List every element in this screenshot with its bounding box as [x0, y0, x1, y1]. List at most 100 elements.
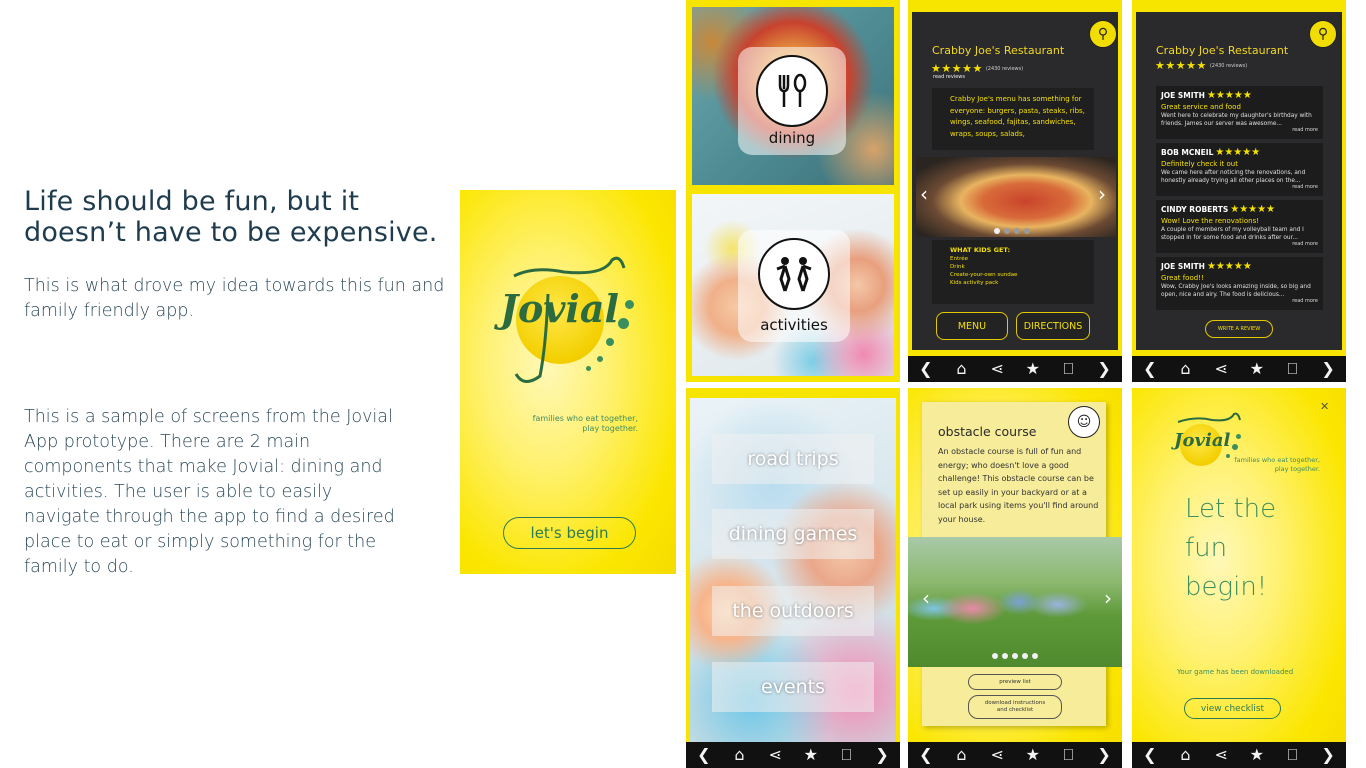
- next-photo-icon[interactable]: ›: [1104, 586, 1112, 610]
- obstacle-course-photo: [908, 537, 1122, 667]
- favorite-icon[interactable]: ★: [801, 747, 821, 763]
- home-icon[interactable]: ⌂: [951, 747, 971, 763]
- back-icon[interactable]: ❮: [1140, 361, 1160, 377]
- download-instructions-button[interactable]: download instructions and checklist: [968, 695, 1062, 719]
- directions-button[interactable]: DIRECTIONS: [1016, 312, 1090, 340]
- home-icon[interactable]: ⌂: [729, 747, 749, 763]
- forward-icon[interactable]: ❯: [1318, 747, 1338, 763]
- restaurant-rating: ★★★★★ (2430 reviews): [1155, 59, 1247, 72]
- food-photo: [916, 157, 1116, 237]
- review-card[interactable]: JOE SMITH ★★★★★ Great food!! Wow, Crabby …: [1156, 257, 1323, 310]
- dining-cutlery-icon[interactable]: ⚲: [1089, 20, 1117, 48]
- dining-cutlery-icon[interactable]: ⚲: [1309, 20, 1337, 48]
- activities-card[interactable]: activities: [692, 194, 894, 376]
- kids-heading: WHAT KIDS GET:: [950, 246, 1011, 254]
- activity-title: obstacle course: [938, 424, 1037, 439]
- reviewer-name: JOE SMITH: [1161, 262, 1205, 271]
- restaurant-name: Crabby Joe's Restaurant: [932, 44, 1065, 57]
- activities-family-icon[interactable]: ☺: [1068, 406, 1100, 438]
- jovial-logo: Jovial: [494, 246, 644, 396]
- bottom-nav: ❮ ⌂ ⋖ ★ ⎕ ❯: [686, 742, 900, 768]
- review-count: (2430 reviews): [1209, 63, 1248, 69]
- share-icon[interactable]: ⋖: [987, 747, 1007, 763]
- back-icon[interactable]: ❮: [694, 747, 714, 763]
- review-stars: ★★★★★: [1230, 204, 1276, 215]
- home-icon[interactable]: ⌂: [1175, 747, 1195, 763]
- review-headline: Great service and food: [1161, 103, 1241, 111]
- review-stars: ★★★★★: [1206, 90, 1252, 101]
- review-card[interactable]: JOE SMITH ★★★★★ Great service and food We…: [1156, 86, 1323, 139]
- final-tagline-line1: families who eat together,: [1234, 456, 1320, 464]
- final-headline-line1: Let the: [1185, 494, 1277, 524]
- review-card[interactable]: BOB MCNEIL ★★★★★ Definitely check it out …: [1156, 143, 1323, 196]
- share-icon[interactable]: ⋖: [987, 361, 1007, 377]
- menu-item-events[interactable]: events: [712, 662, 874, 712]
- reviewer-name: CINDY ROBERTS: [1161, 205, 1229, 214]
- share-icon[interactable]: ⋖: [1211, 361, 1231, 377]
- prev-photo-icon[interactable]: ‹: [920, 182, 928, 206]
- close-icon[interactable]: ✕: [1320, 400, 1329, 413]
- forward-icon[interactable]: ❯: [1094, 747, 1114, 763]
- bookmark-icon[interactable]: ⎕: [836, 747, 856, 763]
- final-tagline: families who eat together, play together…: [1212, 456, 1320, 474]
- final-headline: Let the fun begin!: [1185, 490, 1276, 607]
- review-body: Wow, Crabby Joe's looks amazing inside, …: [1161, 284, 1311, 298]
- preview-list-button[interactable]: preview list: [968, 674, 1062, 690]
- favorite-icon[interactable]: ★: [1023, 747, 1043, 763]
- kids-item: Entrée: [950, 256, 969, 262]
- restaurant-detail-screen: Crabby Joe's Restaurant ⚲ ★★★★★ (2430 rev…: [908, 0, 1122, 382]
- review-headline: Great food!!: [1161, 274, 1204, 282]
- menu-button[interactable]: MENU: [936, 312, 1008, 340]
- home-icon[interactable]: ⌂: [951, 361, 971, 377]
- photo-carousel-dots: [992, 653, 1038, 659]
- activity-description: An obstacle course is full of fun and en…: [938, 447, 1099, 524]
- menu-item-road-trips[interactable]: road trips: [712, 434, 874, 484]
- forward-icon[interactable]: ❯: [872, 747, 892, 763]
- prev-photo-icon[interactable]: ‹: [922, 586, 930, 610]
- download-line2: and checklist: [996, 707, 1034, 713]
- final-headline-line2: fun: [1185, 533, 1228, 563]
- write-review-button[interactable]: WRITE A REVIEW: [1205, 320, 1273, 338]
- lets-begin-button[interactable]: let's begin: [503, 517, 636, 549]
- back-icon[interactable]: ❮: [916, 747, 936, 763]
- final-headline-line3: begin!: [1185, 572, 1268, 602]
- favorite-icon[interactable]: ★: [1247, 747, 1267, 763]
- dining-card[interactable]: dining: [692, 7, 894, 185]
- view-checklist-button[interactable]: view checklist: [1184, 698, 1281, 719]
- bookmark-icon[interactable]: ⎕: [1058, 361, 1078, 377]
- home-icon[interactable]: ⌂: [1175, 361, 1195, 377]
- favorite-icon[interactable]: ★: [1023, 361, 1043, 377]
- review-count: (2430 reviews): [985, 66, 1024, 72]
- menu-item-dining-games[interactable]: dining games: [712, 509, 874, 559]
- forward-icon[interactable]: ❯: [1318, 361, 1338, 377]
- share-icon[interactable]: ⋖: [1211, 747, 1231, 763]
- bookmark-icon[interactable]: ⎕: [1282, 361, 1302, 377]
- favorite-icon[interactable]: ★: [1247, 361, 1267, 377]
- intro-heading-line2: doesn’t have to be expensive.: [24, 217, 438, 248]
- share-icon[interactable]: ⋖: [765, 747, 785, 763]
- review-headline: Definitely check it out: [1161, 160, 1238, 168]
- review-body: A couple of members of my volleyball tea…: [1161, 227, 1304, 241]
- activity-menu-screen: road trips dining games the outdoors eve…: [686, 388, 900, 768]
- review-body: Went here to celebrate my daughter's bir…: [1161, 113, 1312, 127]
- back-icon[interactable]: ❮: [1140, 747, 1160, 763]
- activities-label: activities: [760, 316, 828, 334]
- bookmark-icon[interactable]: ⎕: [1282, 747, 1302, 763]
- next-photo-icon[interactable]: ›: [1098, 182, 1106, 206]
- game-downloaded-screen: ✕ Jovial families who eat together, play…: [1132, 388, 1346, 768]
- intro-heading-line1: Life should be fun, but it: [24, 186, 360, 217]
- dining-activities-screen: dining activities: [686, 0, 900, 382]
- forward-icon[interactable]: ❯: [1094, 361, 1114, 377]
- review-card[interactable]: CINDY ROBERTS ★★★★★ Wow! Love the renovat…: [1156, 200, 1323, 253]
- intro-paragraph-2: This is a sample of screens from the Jov…: [24, 407, 395, 577]
- bottom-nav: ❮ ⌂ ⋖ ★ ⎕ ❯: [908, 356, 1122, 382]
- bookmark-icon[interactable]: ⎕: [1058, 747, 1078, 763]
- reviewer-name: BOB MCNEIL: [1161, 148, 1214, 157]
- photo-carousel-dots: [994, 228, 1030, 234]
- review-stars: ★★★★★: [1215, 147, 1261, 158]
- back-icon[interactable]: ❮: [916, 361, 936, 377]
- menu-item-the-outdoors[interactable]: the outdoors: [712, 586, 874, 636]
- reviews-screen: Crabby Joe's Restaurant ⚲ ★★★★★ (2430 rev…: [1132, 0, 1346, 382]
- read-reviews-link[interactable]: read reviews: [933, 74, 965, 80]
- dining-cutlery-icon: [756, 55, 828, 127]
